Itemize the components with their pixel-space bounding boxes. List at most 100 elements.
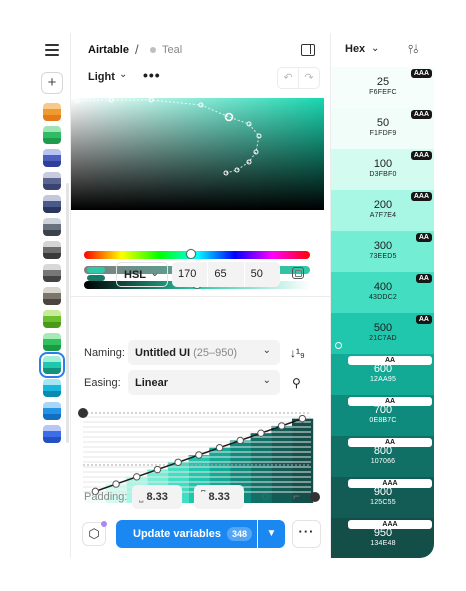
curve-point[interactable] bbox=[133, 473, 141, 481]
shade-row[interactable]: 600 12AA95 AA bbox=[331, 354, 434, 395]
hexagon-icon: ⬡ bbox=[88, 526, 100, 541]
breadcrumb-app[interactable]: Airtable bbox=[88, 44, 129, 56]
palette-swatch[interactable] bbox=[43, 333, 61, 351]
chevron-down-icon: ⌄ bbox=[262, 375, 271, 386]
hsl-inputs: 170 65 50 bbox=[172, 262, 280, 287]
easing-label: Easing: bbox=[84, 377, 121, 389]
sidebar-toggle-icon[interactable] bbox=[301, 44, 315, 56]
shade-row[interactable]: 800 107066 AA bbox=[331, 436, 434, 477]
contrast-badge: AA bbox=[415, 274, 432, 283]
contrast-badge: AA bbox=[348, 397, 432, 406]
hue-thumb[interactable] bbox=[186, 249, 196, 259]
shade-hex: 0E8B7C bbox=[369, 417, 397, 424]
redo-button[interactable]: ↷ bbox=[298, 68, 319, 88]
curve-point[interactable] bbox=[174, 458, 182, 466]
palette-swatch[interactable] bbox=[43, 310, 61, 328]
color-input-row: HSL ⌄ 170 65 50 bbox=[71, 262, 330, 288]
palette-swatch[interactable] bbox=[43, 287, 61, 305]
padding-left-value: 8.33 bbox=[146, 491, 168, 503]
update-variables-button[interactable]: Update variables 348 bbox=[116, 520, 257, 548]
format-select[interactable]: Hex bbox=[345, 43, 365, 55]
pin-icon[interactable]: ⚲ bbox=[292, 376, 301, 390]
sidebar-scrollbar[interactable] bbox=[66, 183, 69, 443]
shade-hex: 73EED5 bbox=[369, 253, 397, 260]
shade-list: Hex ⌄ ⫯⫰ 25 F6FEFC AAA 50 F1FDF9 AAA 100 D3FBF0… bbox=[330, 33, 434, 558]
palette-swatch[interactable] bbox=[43, 172, 61, 190]
menu-icon[interactable] bbox=[45, 44, 59, 56]
lightness-input[interactable]: 50 bbox=[243, 262, 280, 287]
shade-row[interactable]: 25 F6FEFC AAA bbox=[331, 67, 434, 108]
saturation-input[interactable]: 65 bbox=[207, 262, 243, 287]
naming-select[interactable]: Untitled UI (25–950) ⌄ bbox=[128, 340, 280, 365]
chevron-down-icon: ⌄ bbox=[262, 345, 271, 356]
color-model-select[interactable]: HSL ⌄ bbox=[116, 262, 168, 287]
shade-row[interactable]: 50 F1FDF9 AAA bbox=[331, 108, 434, 149]
palette-swatch[interactable] bbox=[39, 352, 65, 378]
update-options-button[interactable]: ▼ bbox=[258, 520, 285, 548]
base-color-marker bbox=[335, 342, 342, 349]
palette-swatch[interactable] bbox=[43, 103, 61, 121]
easing-select[interactable]: Linear ⌄ bbox=[128, 370, 280, 395]
palette-swatch[interactable] bbox=[43, 379, 61, 397]
palette-color-dot bbox=[150, 47, 156, 53]
breadcrumb-palette[interactable]: Teal bbox=[162, 44, 182, 56]
more-options-button[interactable]: ••• bbox=[143, 67, 161, 83]
more-actions-button[interactable]: ··· bbox=[292, 520, 321, 548]
shade-hex: F6FEFC bbox=[369, 89, 397, 96]
curve-point[interactable] bbox=[277, 422, 286, 430]
palette-swatch[interactable] bbox=[43, 149, 61, 167]
shade-row[interactable]: 950 134E48 AAA bbox=[331, 518, 434, 558]
palette-swatch[interactable] bbox=[43, 126, 61, 144]
shade-row[interactable]: 500 21C7AD AA bbox=[331, 313, 434, 354]
color-picker-area[interactable] bbox=[71, 98, 324, 210]
naming-range: (25–950) bbox=[193, 347, 238, 359]
eyedropper-icon[interactable] bbox=[292, 267, 304, 279]
palette-swatch[interactable] bbox=[43, 241, 61, 259]
shade-row[interactable]: 900 125C55 AAA bbox=[331, 477, 434, 518]
padding-row: Padding: ⎵ 8.33 ⎴ 8.33 ◌ ⌐ bbox=[71, 485, 330, 511]
easing-value: Linear bbox=[135, 377, 169, 389]
curve-point[interactable] bbox=[298, 414, 307, 423]
step-icon[interactable]: ⌐ bbox=[293, 489, 300, 503]
shade-row[interactable]: 100 D3FBF0 AAA bbox=[331, 149, 434, 190]
contrast-badge: AAA bbox=[410, 69, 432, 78]
palette-swatch[interactable] bbox=[43, 195, 61, 213]
padding-right-input[interactable]: ⎴ 8.33 bbox=[194, 485, 244, 509]
curve-point[interactable] bbox=[153, 465, 162, 474]
section-divider bbox=[71, 296, 330, 297]
variable-count-badge: 348 bbox=[227, 527, 253, 541]
shade-row[interactable]: 400 43DDC2 AA bbox=[331, 272, 434, 313]
hue-input[interactable]: 170 bbox=[172, 262, 207, 287]
contrast-badge: AAA bbox=[410, 151, 432, 160]
plugin-settings-button[interactable]: ⬡ bbox=[82, 521, 107, 546]
palette-swatch[interactable] bbox=[43, 425, 61, 443]
curve-point[interactable] bbox=[257, 429, 265, 437]
chevron-down-icon[interactable]: ⌄ bbox=[371, 43, 379, 54]
palette-swatch[interactable] bbox=[43, 402, 61, 420]
hue-slider[interactable] bbox=[84, 249, 310, 259]
undo-button[interactable]: ↶ bbox=[278, 68, 298, 88]
adjust-icon[interactable]: ⫯⫰ bbox=[408, 42, 418, 57]
curve-point[interactable] bbox=[236, 436, 244, 445]
palette-swatch[interactable] bbox=[43, 264, 61, 282]
reset-icon[interactable]: ◌ bbox=[262, 489, 269, 503]
breadcrumb: Airtable / Teal bbox=[71, 33, 330, 67]
shade-hex: 12AA95 bbox=[369, 376, 397, 383]
shade-row[interactable]: 200 A7F7E4 AAA bbox=[331, 190, 434, 231]
sort-order-icon[interactable]: ↓¹₉ bbox=[290, 346, 305, 360]
chevron-down-icon[interactable]: ⌄ bbox=[119, 69, 127, 80]
add-palette-button[interactable]: + bbox=[41, 72, 63, 94]
color-preview-icon bbox=[87, 267, 105, 283]
contrast-badge: AAA bbox=[348, 479, 432, 488]
shade-row[interactable]: 700 0E8B7C AA bbox=[331, 395, 434, 436]
padding-left-input[interactable]: ⎵ 8.33 bbox=[132, 485, 182, 509]
curve-point[interactable] bbox=[195, 451, 203, 459]
curve-start-handle[interactable] bbox=[78, 408, 88, 418]
update-label: Update variables bbox=[133, 528, 222, 540]
palette-swatch[interactable] bbox=[43, 218, 61, 236]
shade-hex: A7F7E4 bbox=[369, 212, 397, 219]
curve-point[interactable] bbox=[215, 444, 224, 452]
shade-row[interactable]: 300 73EED5 AA bbox=[331, 231, 434, 272]
theme-select[interactable]: Light bbox=[88, 71, 115, 83]
chevron-down-icon: ⌄ bbox=[150, 268, 159, 279]
